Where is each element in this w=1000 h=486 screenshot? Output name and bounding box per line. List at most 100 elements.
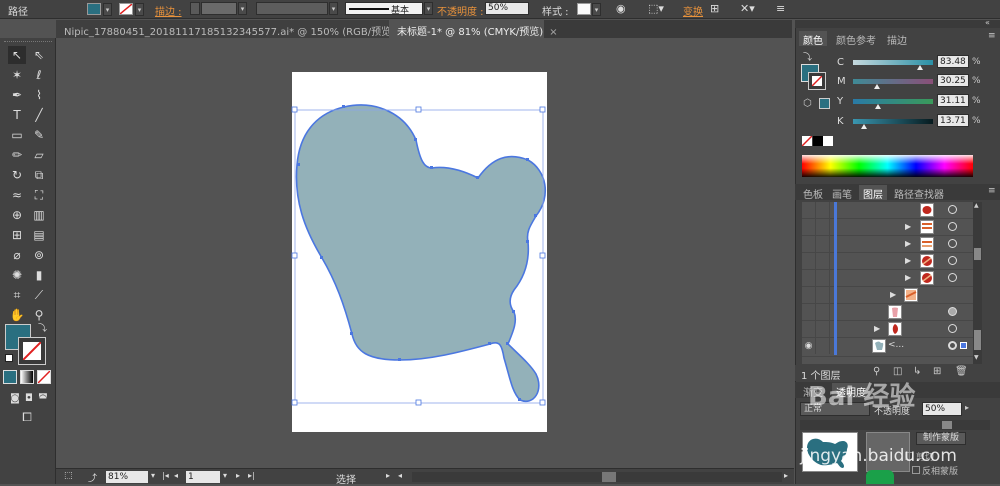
- tab-color[interactable]: 颜色: [799, 31, 827, 47]
- transparency-opacity-field[interactable]: 50%: [922, 402, 962, 416]
- list-item[interactable]: ▶: [802, 253, 973, 270]
- fill-dropdown[interactable]: ▾: [103, 3, 112, 16]
- black-value[interactable]: 13.71: [937, 114, 969, 127]
- style-dropdown[interactable]: ▾: [592, 3, 601, 16]
- tab-swatches[interactable]: 色板: [799, 185, 827, 201]
- blend-tool-icon[interactable]: ⊚: [30, 246, 48, 264]
- panel-menu-icon[interactable]: ≡: [988, 186, 996, 196]
- brush-dropdown[interactable]: ▾: [424, 2, 433, 15]
- eraser-tool-icon[interactable]: ▱: [30, 146, 48, 164]
- expand-icon[interactable]: ▶: [874, 324, 880, 333]
- close-icon[interactable]: ×: [549, 27, 557, 38]
- tab-layers[interactable]: 图层: [859, 185, 887, 201]
- direct-selection-tool-icon[interactable]: ⇖: [30, 46, 48, 64]
- type-tool-icon[interactable]: T: [8, 106, 26, 124]
- tab-nipic-document[interactable]: Nipic_17880451_20181117185132345577.ai* …: [56, 20, 409, 38]
- selection-indicator[interactable]: [960, 342, 967, 349]
- list-item[interactable]: ▶: [802, 236, 973, 253]
- delete-layer-icon[interactable]: 🗑: [955, 366, 968, 377]
- tab-brushes[interactable]: 画笔: [828, 185, 856, 201]
- eyedropper-tool-icon[interactable]: ⌀: [8, 246, 26, 264]
- line-tool-icon[interactable]: ╱: [30, 106, 48, 124]
- target-icon[interactable]: [948, 307, 957, 316]
- target-icon[interactable]: [948, 273, 957, 282]
- magenta-value[interactable]: 30.25: [937, 74, 969, 87]
- mesh-tool-icon[interactable]: ⊞: [8, 226, 26, 244]
- flip-icon[interactable]: ✕▾: [740, 2, 755, 15]
- curvature-tool-icon[interactable]: ⌇: [30, 86, 48, 104]
- stroke-color-box[interactable]: [18, 337, 46, 365]
- target-icon[interactable]: [948, 324, 957, 333]
- expand-icon[interactable]: ▶: [905, 222, 911, 231]
- first-artboard-icon[interactable]: |◂: [162, 471, 169, 480]
- hand-tool-icon[interactable]: ✋: [8, 306, 26, 324]
- panel-menu-icon[interactable]: ≡: [776, 2, 785, 15]
- warp-tool-icon[interactable]: ≈: [8, 186, 26, 204]
- rotate-view-icon[interactable]: ⬚: [64, 471, 73, 481]
- cyan-value[interactable]: 83.48: [937, 55, 969, 68]
- rotate-tool-icon[interactable]: ↻: [8, 166, 26, 184]
- swap-colors-icon[interactable]: ⤵: [38, 321, 47, 334]
- tab-pathfinder[interactable]: 路径查找器: [890, 185, 948, 201]
- stroke-swatch[interactable]: [119, 3, 133, 15]
- artboard-tool-icon[interactable]: ⌗: [8, 286, 26, 304]
- tab-stroke[interactable]: 描边: [883, 31, 911, 47]
- scroll-up-icon[interactable]: ▲: [974, 202, 979, 209]
- magenta-track[interactable]: [853, 79, 933, 84]
- opacity-dropdown[interactable]: ▸: [965, 403, 969, 412]
- target-icon[interactable]: [948, 239, 957, 248]
- blend-mode-select[interactable]: 正常: [800, 402, 870, 416]
- magenta-slider[interactable]: M 30.25 %: [801, 74, 996, 90]
- recolor-icon[interactable]: ◉: [616, 2, 626, 15]
- opacity-label[interactable]: 不透明度 :: [437, 3, 484, 18]
- fill-swatch[interactable]: [87, 3, 101, 15]
- list-item[interactable]: [802, 304, 973, 321]
- export-icon[interactable]: ⤴: [88, 471, 97, 484]
- artboard-number-field[interactable]: 1: [186, 471, 220, 483]
- eye-icon[interactable]: ◉: [802, 338, 816, 354]
- expand-icon[interactable]: ▶: [890, 290, 896, 299]
- make-clipping-mask-icon[interactable]: ◫: [893, 366, 902, 377]
- tab-untitled-document[interactable]: 未标题-1* @ 81% (CMYK/预览) ×: [389, 20, 558, 38]
- default-colors-icon[interactable]: [5, 354, 13, 362]
- pencil-tool-icon[interactable]: ✏: [8, 146, 26, 164]
- pen-tool-icon[interactable]: ✒: [8, 86, 26, 104]
- stroke-dropdown[interactable]: ▾: [135, 3, 144, 16]
- list-item[interactable]: ▶: [802, 287, 973, 304]
- none-mode-icon[interactable]: [37, 370, 51, 384]
- tab-transparency[interactable]: 透明度: [832, 383, 870, 399]
- lasso-tool-icon[interactable]: ℓ: [30, 66, 48, 84]
- yellow-track[interactable]: [853, 99, 933, 104]
- last-artboard-icon[interactable]: ▸|: [248, 471, 255, 480]
- gradient-tool-icon[interactable]: ▤: [30, 226, 48, 244]
- expand-icon[interactable]: ▶: [905, 273, 911, 282]
- slice-tool-icon[interactable]: ⟋: [30, 286, 48, 304]
- cyan-knob[interactable]: [916, 65, 923, 70]
- symbol-sprayer-tool-icon[interactable]: ✺: [8, 266, 26, 284]
- zoom-field[interactable]: 81%: [106, 471, 148, 483]
- yellow-value[interactable]: 31.11: [937, 94, 969, 107]
- scroll-left-icon[interactable]: ◂: [398, 471, 402, 480]
- list-item[interactable]: ▶: [802, 270, 973, 287]
- variable-width-profile[interactable]: [256, 2, 328, 15]
- color-mode-icon[interactable]: [3, 370, 17, 384]
- artboard-dropdown[interactable]: ▾: [223, 471, 227, 480]
- scroll-down-icon[interactable]: ▼: [974, 354, 979, 361]
- expand-icon[interactable]: ▶: [905, 256, 911, 265]
- paintbrush-tool-icon[interactable]: ✎: [30, 126, 48, 144]
- tab-gradient[interactable]: 渐变: [799, 383, 827, 399]
- selected-shape[interactable]: [280, 95, 560, 415]
- prev-artboard-icon[interactable]: ◂: [174, 471, 178, 480]
- gradient-mode-icon[interactable]: [20, 370, 34, 384]
- list-item[interactable]: ▶: [802, 321, 973, 338]
- isolate-icon[interactable]: ⊞: [710, 2, 719, 15]
- scroll-thumb[interactable]: [974, 248, 981, 260]
- cyan-slider[interactable]: C 83.48 %: [801, 55, 996, 71]
- opacity-field[interactable]: 50%: [485, 2, 529, 15]
- scroll-thumb[interactable]: [602, 472, 616, 482]
- shape-builder-tool-icon[interactable]: ⊕: [8, 206, 26, 224]
- scroll-thumb-lower[interactable]: [974, 330, 981, 350]
- column-graph-tool-icon[interactable]: ▮: [30, 266, 48, 284]
- scroll-right-icon[interactable]: ▸: [784, 471, 788, 480]
- stroke-label[interactable]: 描边 :: [155, 3, 182, 18]
